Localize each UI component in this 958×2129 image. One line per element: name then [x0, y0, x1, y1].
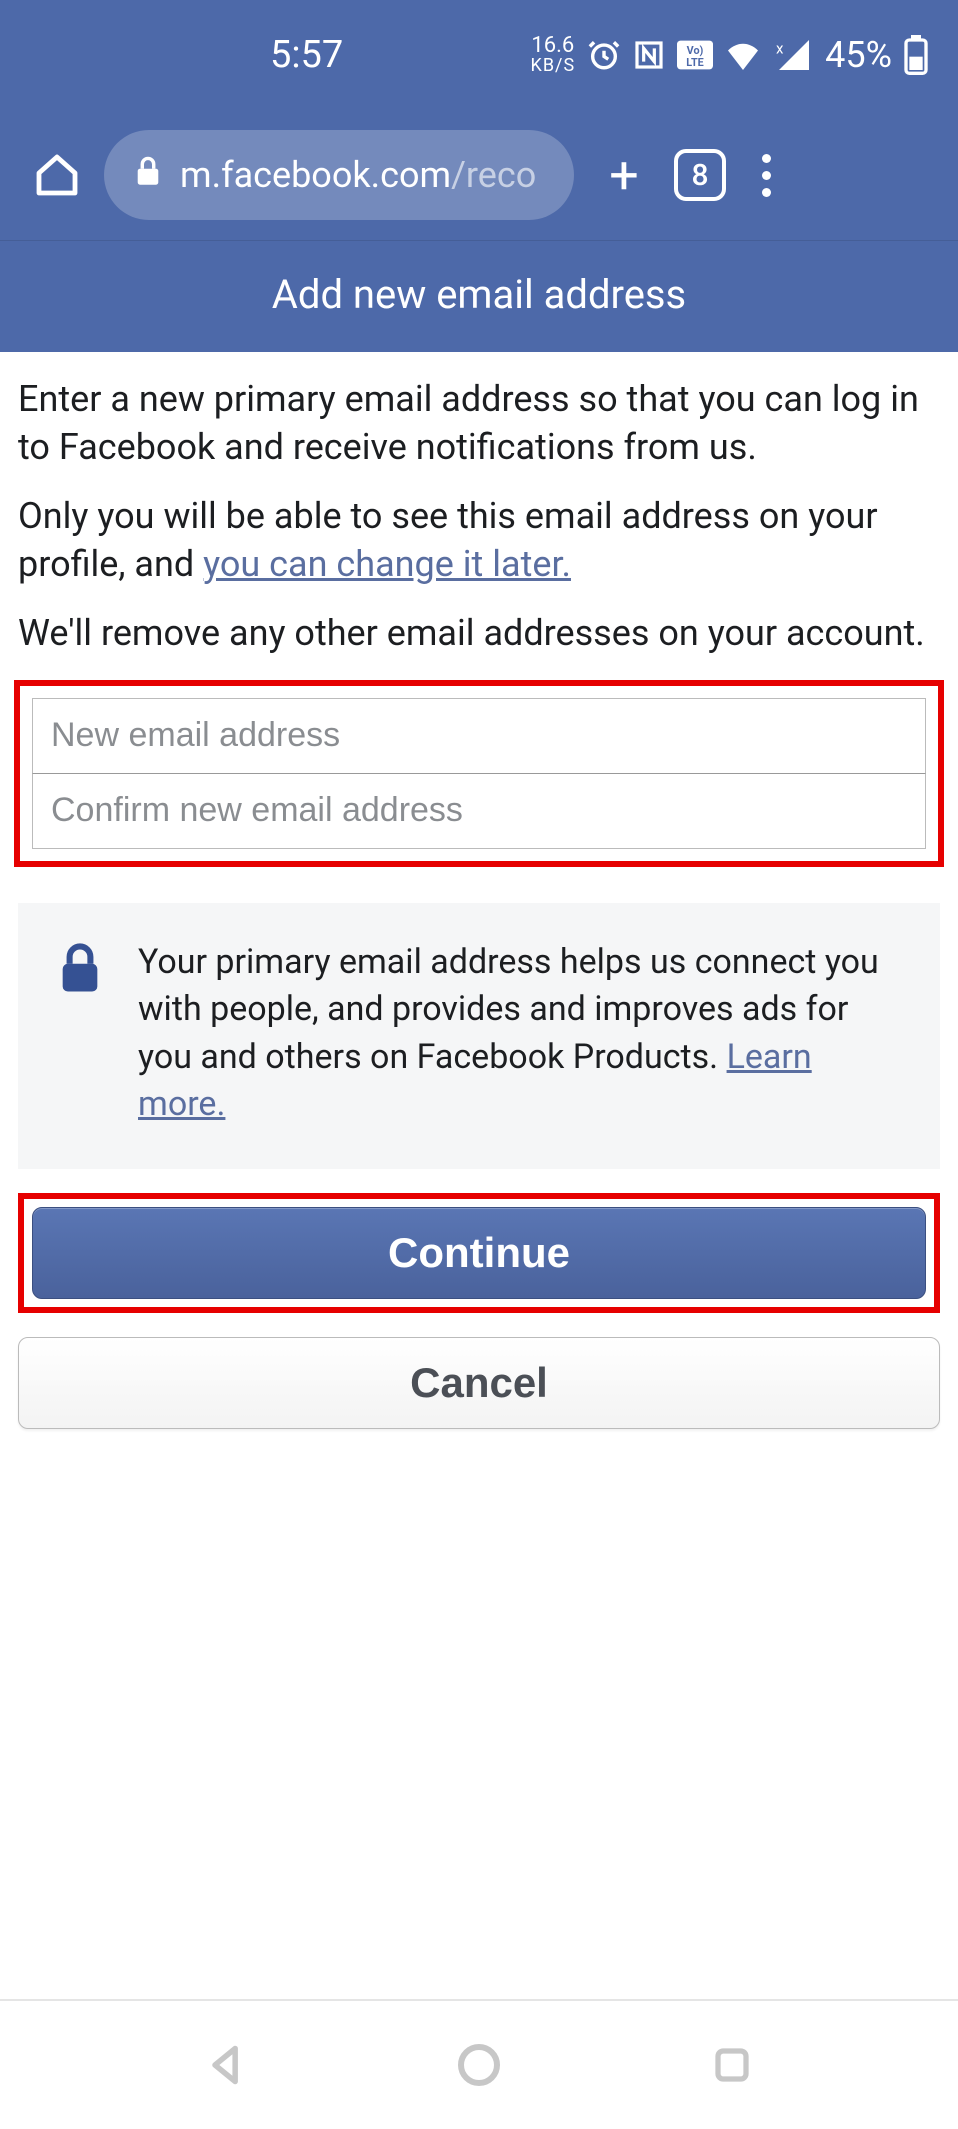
intro-text: Enter a new primary email address so tha…	[18, 376, 940, 471]
tabs-button[interactable]: 8	[674, 149, 726, 201]
status-time: 5:57	[270, 33, 343, 77]
svg-text:LTE: LTE	[686, 56, 703, 69]
network-speed: 16.6 KB/S	[531, 35, 576, 75]
cancel-button[interactable]: Cancel	[18, 1337, 940, 1429]
address-bar[interactable]: m.facebook.com/reco	[104, 130, 574, 220]
back-button[interactable]	[196, 2035, 256, 2095]
info-banner: Your primary email address helps us conn…	[18, 903, 940, 1169]
recents-button[interactable]	[702, 2035, 762, 2095]
new-email-input[interactable]	[32, 698, 926, 774]
system-nav-bar	[0, 1999, 958, 2129]
main-content: Enter a new primary email address so tha…	[0, 352, 958, 1429]
url-text: m.facebook.com/reco	[180, 154, 536, 196]
wifi-icon	[725, 40, 761, 70]
signal-icon: x	[773, 40, 809, 70]
confirm-email-input[interactable]	[32, 773, 926, 849]
status-right: 16.6 KB/S Vo)LTE x 45%	[531, 34, 928, 76]
status-bar: 5:57 16.6 KB/S Vo)LTE x 45%	[0, 0, 958, 110]
continue-highlight: Continue	[18, 1193, 940, 1313]
volte-icon: Vo)LTE	[677, 40, 713, 70]
lock-icon	[134, 154, 162, 196]
page-title: Add new email address	[0, 240, 958, 352]
lock-icon	[58, 943, 102, 1129]
info-text: Your primary email address helps us conn…	[138, 939, 900, 1129]
privacy-text: Only you will be able to see this email …	[18, 493, 940, 588]
browser-toolbar: m.facebook.com/reco + 8	[0, 110, 958, 240]
continue-button[interactable]: Continue	[32, 1207, 926, 1299]
new-tab-button[interactable]: +	[594, 145, 654, 206]
overflow-menu-button[interactable]	[746, 154, 786, 197]
remove-note: We'll remove any other email addresses o…	[18, 610, 940, 658]
change-later-link[interactable]: you can change it later.	[203, 543, 571, 585]
battery-percent: 45%	[825, 34, 892, 76]
battery-icon	[904, 35, 928, 75]
home-nav-button[interactable]	[449, 2035, 509, 2095]
alarm-icon	[587, 38, 621, 72]
svg-text:x: x	[776, 40, 784, 58]
button-area: Continue Cancel	[18, 1193, 940, 1429]
nfc-icon	[633, 39, 665, 71]
email-input-group	[14, 680, 944, 867]
home-button[interactable]	[30, 148, 84, 202]
